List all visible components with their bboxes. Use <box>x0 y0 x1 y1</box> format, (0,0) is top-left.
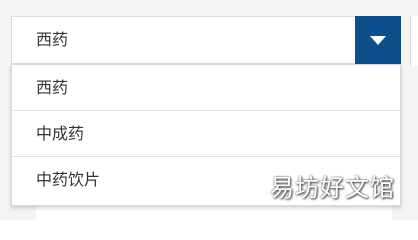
watermark-text: 易坊好文馆 <box>270 174 395 202</box>
dropdown-option-xiyao[interactable]: 西药 <box>12 65 400 111</box>
option-label: 西药 <box>36 78 69 97</box>
category-select[interactable]: 西药 <box>11 16 401 64</box>
caret-down-icon <box>370 35 386 45</box>
option-label: 中药饮片 <box>36 170 101 189</box>
select-current-value: 西药 <box>36 30 69 49</box>
adjacent-panel-edge <box>410 16 418 66</box>
option-label: 中成药 <box>36 124 85 143</box>
dropdown-toggle-button[interactable] <box>355 16 401 64</box>
dropdown-option-zhongchengyao[interactable]: 中成药 <box>12 111 400 157</box>
